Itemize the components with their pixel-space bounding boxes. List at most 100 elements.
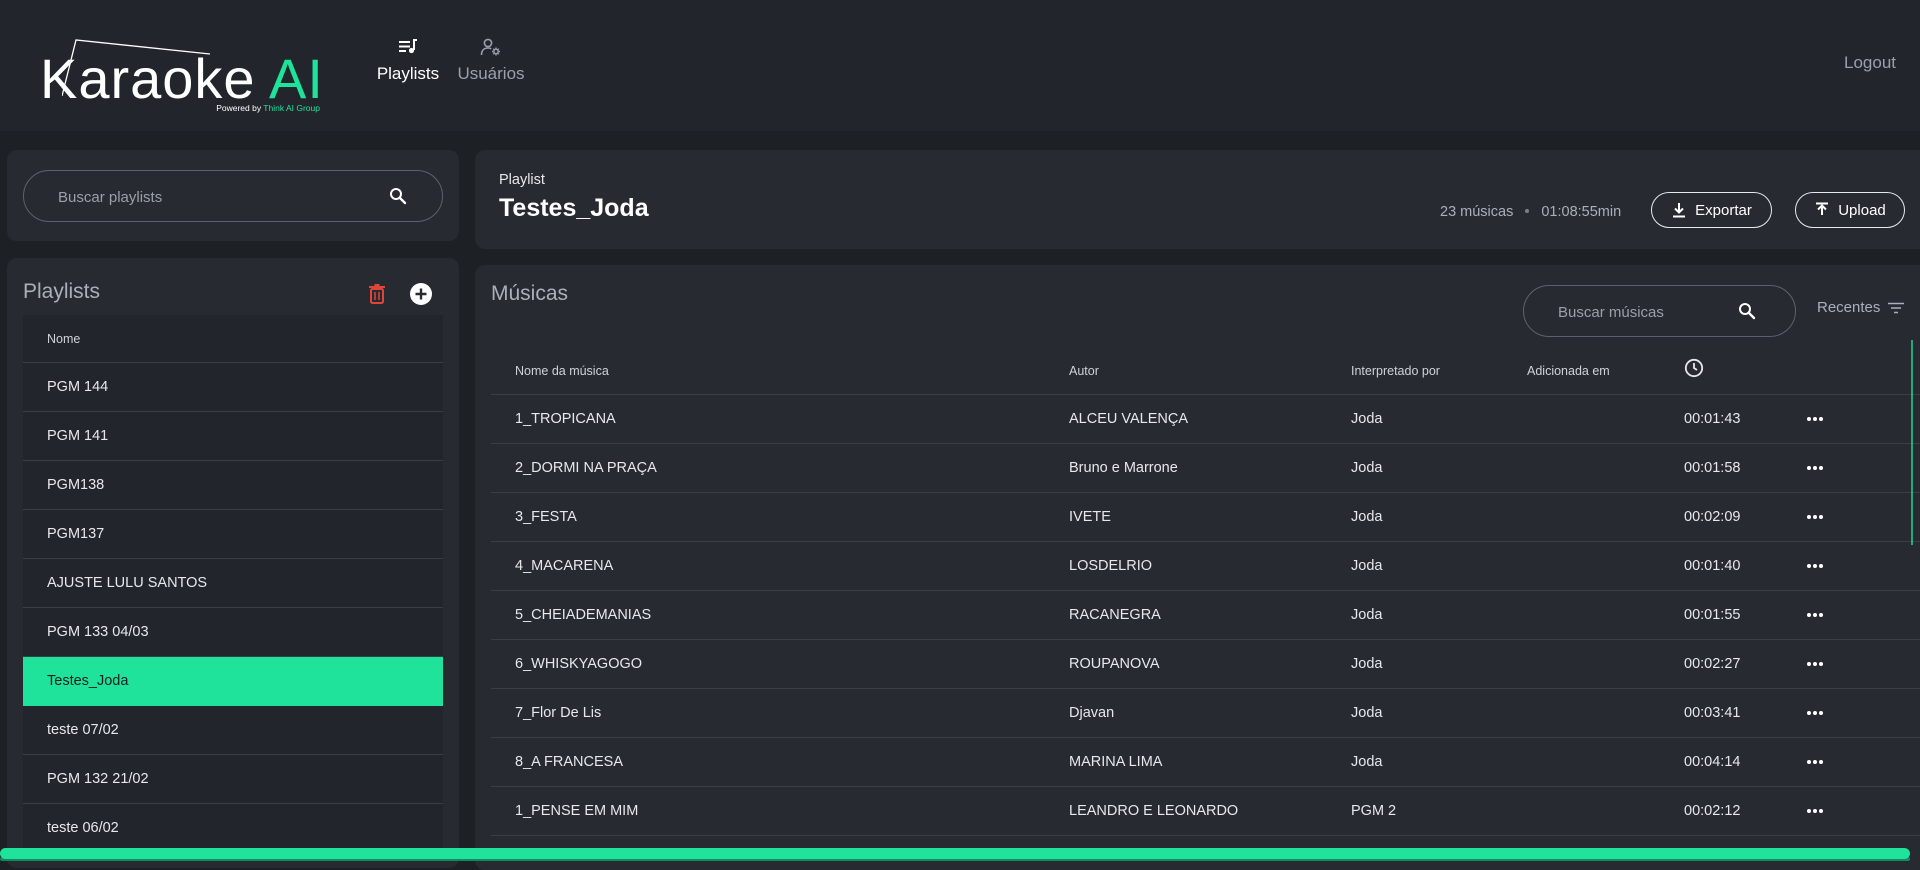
playlist-search-field[interactable] xyxy=(23,170,443,223)
playlist-item[interactable]: PGM 132 21/02 xyxy=(23,755,443,804)
upload-button[interactable]: Upload xyxy=(1795,192,1905,228)
more-options-icon[interactable] xyxy=(1806,508,1824,526)
export-button[interactable]: Exportar xyxy=(1651,192,1772,228)
songs-table-header: Nome da música Autor Interpretado por Ad… xyxy=(491,347,1920,395)
song-count: 23 músicas xyxy=(1440,204,1514,220)
logo-word: Karaoke xyxy=(40,47,256,110)
song-duration: 00:02:09 xyxy=(1684,509,1741,525)
sort-dropdown[interactable]: Recentes xyxy=(1817,299,1905,316)
logo-tagline-brand: Think AI Group xyxy=(263,103,320,113)
playlist-name: Testes_Joda xyxy=(499,194,649,222)
logo-tagline: Powered by Think AI Group xyxy=(216,103,320,113)
song-name: 1_TROPICANA xyxy=(515,411,616,427)
karaoke-ai-logo[interactable]: Karaoke AI Powered by Think AI Group xyxy=(40,36,330,116)
more-options-icon[interactable] xyxy=(1806,753,1824,771)
song-author: ALCEU VALENÇA xyxy=(1069,411,1188,427)
more-options-icon[interactable] xyxy=(1806,557,1824,575)
song-search-input[interactable] xyxy=(1556,286,1740,338)
playlist-item[interactable]: PGM137 xyxy=(23,510,443,559)
song-name: 6_WHISKYAGOGO xyxy=(515,656,643,672)
top-bar: Karaoke AI Powered by Think AI Group Pla… xyxy=(0,0,1920,131)
song-interpreter: Joda xyxy=(1351,705,1383,721)
col-header-added[interactable]: Adicionada em xyxy=(1527,364,1610,378)
logo-accent: AI xyxy=(269,47,324,110)
more-options-icon[interactable] xyxy=(1806,459,1824,477)
playlist-item[interactable]: PGM 144 xyxy=(23,363,443,412)
nav-tab-users[interactable]: Usuários xyxy=(455,36,527,92)
playlist-item[interactable]: AJUSTE LULU SANTOS xyxy=(23,559,443,608)
song-author: LEANDRO E LEONARDO xyxy=(1069,803,1239,819)
songs-table: Nome da música Autor Interpretado por Ad… xyxy=(491,347,1920,836)
logout-link[interactable]: Logout xyxy=(1844,53,1896,73)
song-name: 4_MACARENA xyxy=(515,558,614,574)
song-interpreter: Joda xyxy=(1351,656,1383,672)
song-interpreter: Joda xyxy=(1351,754,1383,770)
songs-scrollbar[interactable] xyxy=(1911,340,1913,545)
more-options-icon[interactable] xyxy=(1806,410,1824,428)
song-duration: 00:02:27 xyxy=(1684,656,1741,672)
filter-icon xyxy=(1888,302,1905,313)
table-row[interactable]: 1_PENSE EM MIM LEANDRO E LEONARDO PGM 2 … xyxy=(491,787,1920,836)
song-name: 1_PENSE EM MIM xyxy=(515,803,639,819)
song-interpreter: Joda xyxy=(1351,509,1383,525)
playlist-item[interactable]: teste 06/02 xyxy=(23,804,443,853)
search-icon[interactable] xyxy=(389,187,407,205)
search-icon[interactable] xyxy=(1738,302,1756,320)
total-duration: 01:08:55min xyxy=(1541,204,1622,220)
song-duration: 00:01:40 xyxy=(1684,558,1741,574)
upload-icon xyxy=(1816,202,1829,215)
playlist-meta: 23 músicas 01:08:55min xyxy=(1440,204,1621,220)
playlist-search-card xyxy=(7,150,459,241)
playlist-info-card: Playlist Testes_Joda 23 músicas 01:08:55m… xyxy=(475,150,1920,249)
meta-separator xyxy=(1525,209,1530,213)
col-header-interpreter[interactable]: Interpretado por xyxy=(1351,364,1440,378)
playlists-panel: Playlists Nome PGM 144 PGM 141 PGM138 PG… xyxy=(7,258,459,868)
player-progress-bar[interactable] xyxy=(0,848,1910,859)
table-row[interactable]: 1_TROPICANA ALCEU VALENÇA Joda 00:01:43 xyxy=(491,395,1920,444)
download-icon xyxy=(1673,203,1686,218)
playlist-item[interactable]: PGM 133 04/03 xyxy=(23,608,443,657)
song-name: 5_CHEIADEMANIAS xyxy=(515,607,652,623)
playlist-item[interactable]: PGM138 xyxy=(23,461,443,510)
playlists-column-header: Nome xyxy=(23,315,443,363)
song-author: IVETE xyxy=(1069,509,1111,525)
logo-wordmark: Karaoke AI xyxy=(40,46,324,111)
nav-tab-playlists-label: Playlists xyxy=(376,64,440,83)
song-duration: 00:04:14 xyxy=(1684,754,1741,770)
song-interpreter: Joda xyxy=(1351,460,1383,476)
song-author: RACANEGRA xyxy=(1069,607,1161,623)
song-duration: 00:02:12 xyxy=(1684,803,1741,819)
playlist-search-input[interactable] xyxy=(56,171,380,223)
nav-tab-playlists[interactable]: Playlists xyxy=(373,36,443,92)
col-header-author[interactable]: Autor xyxy=(1069,364,1099,378)
col-header-name[interactable]: Nome da música xyxy=(515,364,609,378)
export-button-label: Exportar xyxy=(1695,201,1752,219)
more-options-icon[interactable] xyxy=(1806,655,1824,673)
clock-icon[interactable] xyxy=(1684,358,1704,378)
table-row[interactable]: 7_Flor De Lis Djavan Joda 00:03:41 xyxy=(491,689,1920,738)
table-row[interactable]: 5_CHEIADEMANIAS RACANEGRA Joda 00:01:55 xyxy=(491,591,1920,640)
song-author: ROUPANOVA xyxy=(1069,656,1160,672)
song-search-field[interactable] xyxy=(1523,285,1796,338)
song-name: 2_DORMI NA PRAÇA xyxy=(515,460,657,476)
table-row[interactable]: 8_A FRANCESA MARINA LIMA Joda 00:04:14 xyxy=(491,738,1920,787)
more-options-icon[interactable] xyxy=(1806,606,1824,624)
table-row[interactable]: 4_MACARENA LOSDELRIO Joda 00:01:40 xyxy=(491,542,1920,591)
playlist-item-selected[interactable]: Testes_Joda xyxy=(23,657,443,706)
more-options-icon[interactable] xyxy=(1806,802,1824,820)
table-row[interactable]: 2_DORMI NA PRAÇA Bruno e Marrone Joda 00… xyxy=(491,444,1920,493)
table-row[interactable]: 3_FESTA IVETE Joda 00:02:09 xyxy=(491,493,1920,542)
playlist-item[interactable]: teste 07/02 xyxy=(23,706,443,755)
users-settings-icon xyxy=(480,38,500,56)
logo-tagline-prefix: Powered by xyxy=(216,103,262,113)
more-options-icon[interactable] xyxy=(1806,704,1824,722)
playlists-title: Playlists xyxy=(23,280,101,303)
song-author: Djavan xyxy=(1069,705,1115,721)
song-duration: 00:03:41 xyxy=(1684,705,1741,721)
delete-playlist-icon[interactable] xyxy=(365,282,389,306)
playlists-table: Nome PGM 144 PGM 141 PGM138 PGM137 AJUST… xyxy=(23,315,443,853)
upload-button-label: Upload xyxy=(1838,201,1886,219)
add-playlist-icon[interactable] xyxy=(409,282,433,306)
playlist-item[interactable]: PGM 141 xyxy=(23,412,443,461)
table-row[interactable]: 6_WHISKYAGOGO ROUPANOVA Joda 00:02:27 xyxy=(491,640,1920,689)
